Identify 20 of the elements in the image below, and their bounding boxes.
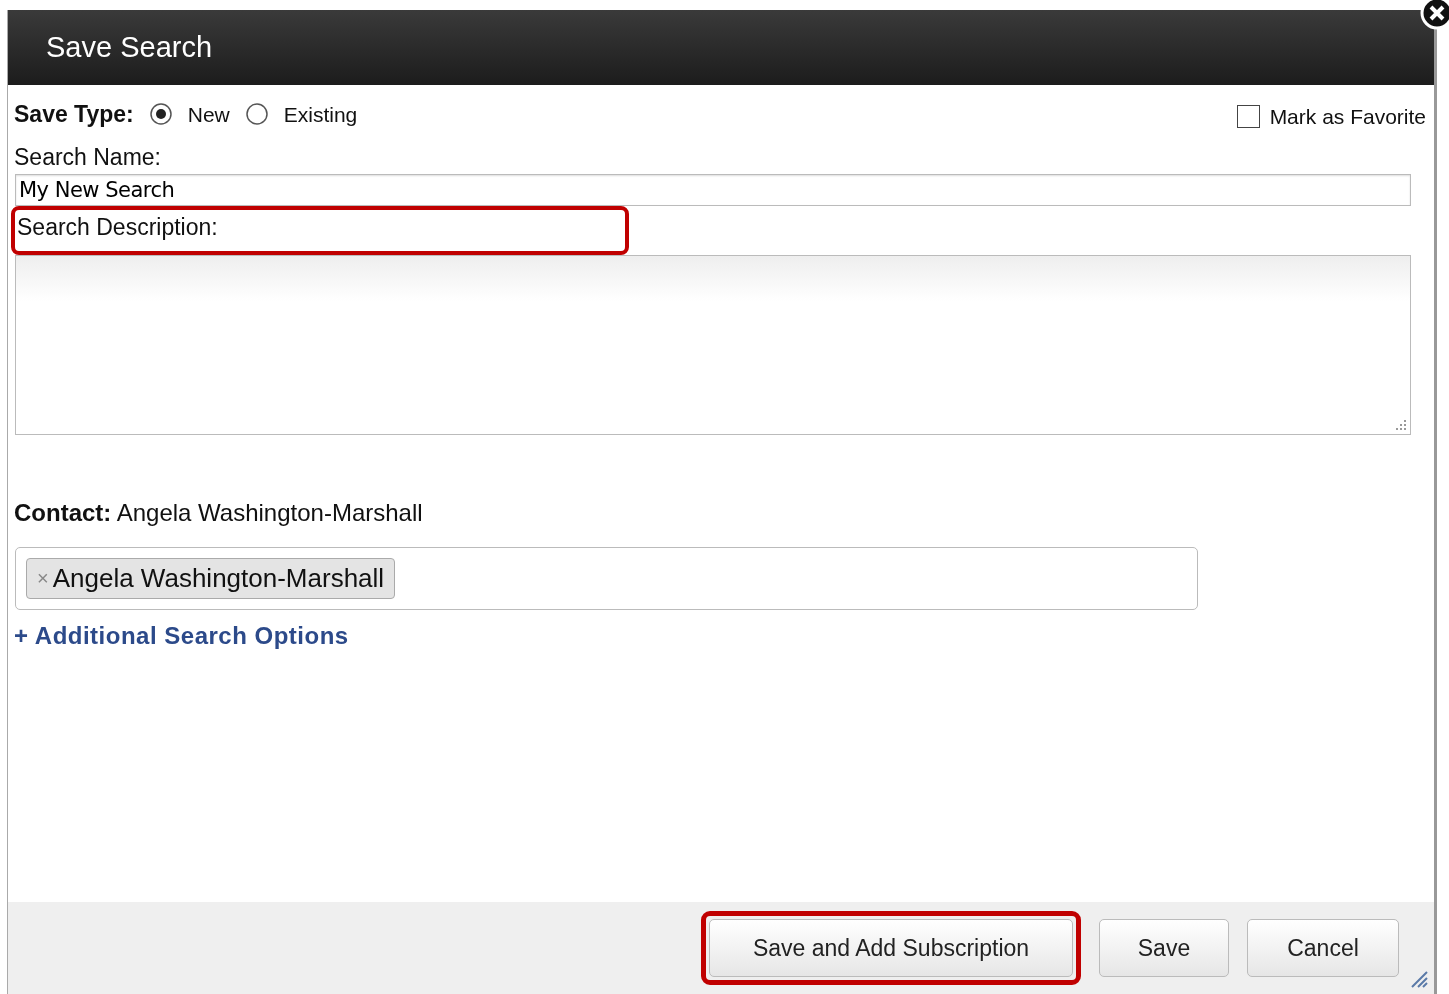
description-field[interactable]: [15, 254, 1411, 435]
option-label: Existing: [283, 101, 358, 128]
radio-button[interactable]: [245, 103, 268, 126]
footer-button[interactable]: Save: [1099, 919, 1229, 977]
search-name-field[interactable]: My New Search: [15, 174, 1411, 206]
radio-button[interactable]: [149, 103, 172, 126]
additional-options-link[interactable]: + Additional Search Options: [14, 617, 349, 654]
contact-text: Contact: Angela Washington-Marshall: [14, 497, 424, 528]
footer-button[interactable]: Save and Add Subscription: [709, 919, 1073, 977]
tag-label: Angela Washington-Marshall: [52, 561, 385, 595]
field-label: Search Name:: [14, 142, 162, 172]
dialog-title: Save Search: [46, 29, 213, 65]
field-label: Save Type:: [14, 100, 134, 129]
checkbox-label: Mark as Favorite: [1269, 104, 1426, 130]
field-label: Search Description:: [11, 206, 629, 255]
footer-button[interactable]: Cancel: [1247, 919, 1399, 977]
close-icon[interactable]: [1420, 0, 1449, 30]
option-label: New: [187, 101, 230, 128]
contact-field[interactable]: ×Angela Washington-Marshall: [15, 546, 1198, 610]
checkbox[interactable]: [1236, 105, 1260, 129]
